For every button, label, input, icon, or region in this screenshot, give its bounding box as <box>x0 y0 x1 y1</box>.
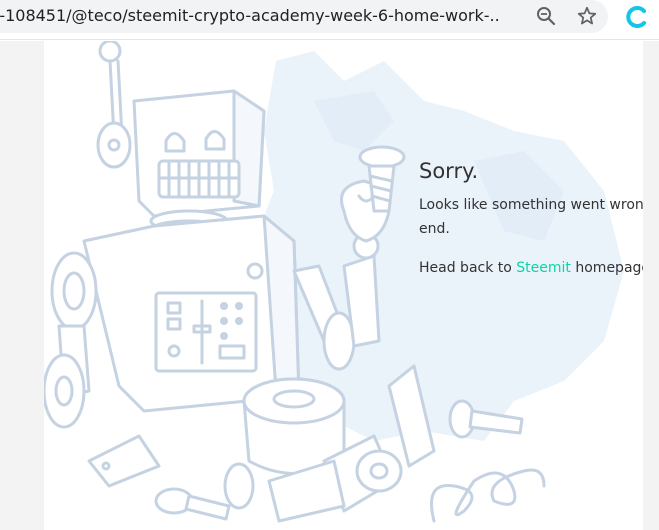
error-title: Sorry. <box>419 159 479 183</box>
back-to-home-text: Head back to Steemit homepage. <box>419 256 643 280</box>
address-bar[interactable]: ve-108451/@teco/steemit-crypto-academy-w… <box>0 0 608 33</box>
error-description-line2: end. <box>419 221 450 237</box>
bookmark-star-icon[interactable] <box>574 4 600 28</box>
extension-icon[interactable] <box>623 3 651 31</box>
back-suffix: homepage. <box>575 260 643 276</box>
back-prefix: Head back to <box>419 260 517 276</box>
broken-robot-illustration <box>44 41 624 523</box>
error-card: Sorry. Looks like something went wrong o… <box>44 41 643 530</box>
url-text[interactable]: ve-108451/@teco/steemit-crypto-academy-w… <box>0 6 500 25</box>
browser-toolbar: ve-108451/@teco/steemit-crypto-academy-w… <box>0 0 659 40</box>
zoom-out-icon[interactable] <box>533 4 559 28</box>
error-message: Sorry. Looks like something went wrong o… <box>419 159 643 280</box>
error-description-line1: Looks like something went wrong on o <box>419 197 643 213</box>
steemit-home-link[interactable]: Steemit <box>516 260 571 276</box>
